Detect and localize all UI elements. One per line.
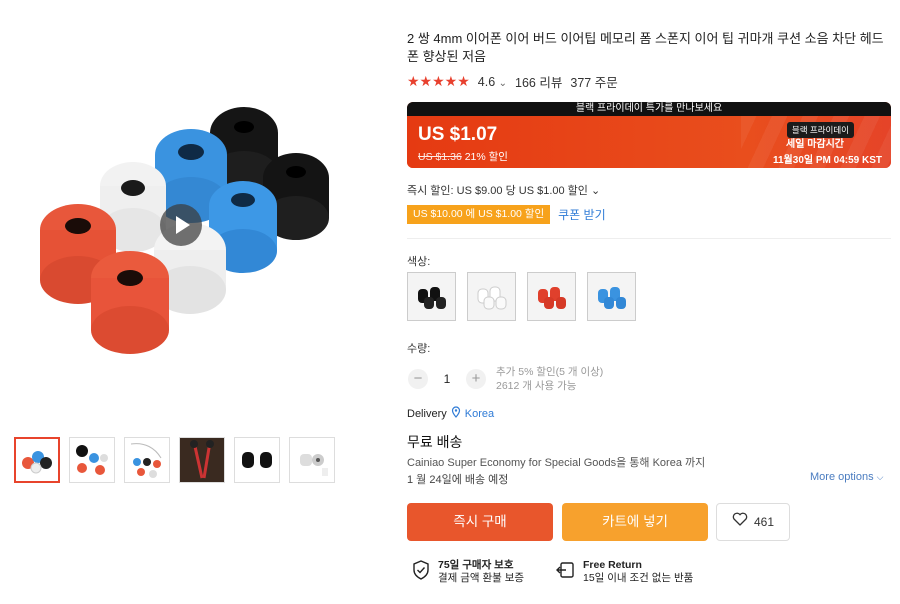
color-option-white[interactable] [467, 272, 516, 321]
video-play-icon[interactable] [160, 204, 202, 246]
buyer-protection[interactable]: 75일 구매자 보호 결제 금액 환불 보증 [412, 559, 524, 585]
delivery-label: Delivery [407, 407, 447, 420]
bulk-discount-text: 추가 5% 할인(5 개 이상) [496, 366, 604, 378]
shipping-method: Cainiao Super Economy for Special Goods을… [407, 457, 706, 469]
thumbnail-5[interactable] [234, 437, 280, 483]
promo-banner: 블랙 프라이데이 특가를 만나보세요 [407, 102, 891, 116]
main-product-image[interactable] [12, 28, 384, 418]
thumbnail-6[interactable] [289, 437, 335, 483]
thumbnail-2[interactable] [69, 437, 115, 483]
location-pin-icon [451, 406, 461, 421]
quantity-increase-button[interactable]: + [466, 369, 486, 389]
sale-end-label: 세일 마감시간 [786, 139, 844, 150]
black-friday-promo: 블랙 프라이데이 특가를 만나보세요 US $1.07 US $1.36 21%… [407, 102, 891, 168]
thumbnail-4[interactable] [179, 437, 225, 483]
buyer-protection-title: 75일 구매자 보호 [438, 559, 514, 571]
delivery-location-link[interactable]: Korea [465, 408, 494, 420]
current-price: US $1.07 [418, 124, 498, 145]
color-option-red[interactable] [527, 272, 576, 321]
delivery-row: Delivery Korea [407, 406, 494, 421]
free-return-title: Free Return [583, 559, 642, 571]
stock-available-text: 2612 개 사용 가능 [496, 380, 577, 392]
sale-end-time: 11월30일 PM 04:59 KST [772, 155, 882, 166]
free-return[interactable]: Free Return 15일 이내 조건 없는 반품 [555, 559, 693, 585]
instant-discount[interactable]: 즉시 할인: US $9.00 당 US $1.00 할인 ⌄ [407, 182, 600, 198]
thumbnail-strip [14, 437, 335, 483]
product-title: 2 쌍 4mm 이어폰 이어 버드 이어팁 메모리 폼 스폰지 이어 팁 귀마개… [407, 31, 884, 64]
review-count[interactable]: 166 리뷰 [515, 72, 562, 91]
quantity-value[interactable]: 1 [434, 372, 460, 386]
add-to-cart-button[interactable]: 카트에 넣기 [562, 503, 708, 541]
quantity-stepper: − 1 + 추가 5% 할인(5 개 이상) 2612 개 사용 가능 [408, 365, 603, 393]
free-shipping-title: 무료 배송 [407, 434, 463, 450]
wishlist-button[interactable]: 461 [716, 503, 790, 541]
rating-row: ★★★★★ 4.6 ⌄ 166 리뷰 377 주문 [407, 72, 618, 91]
delivery-eta: 1 월 24일에 배송 예정 [407, 474, 509, 486]
color-option-black[interactable] [407, 272, 456, 321]
divider [407, 238, 891, 239]
buyer-protection-sub: 결제 금액 환불 보증 [438, 572, 525, 584]
rating-value[interactable]: 4.6 ⌄ [478, 75, 507, 89]
coupon-row: US $10.00 에 US $1.00 할인 쿠폰 받기 [407, 205, 606, 224]
chevron-down-icon: ⌵ [876, 472, 884, 482]
color-options [407, 272, 636, 321]
color-label: 색상: [407, 256, 431, 268]
shield-check-icon [412, 560, 430, 584]
coupon-tag: US $10.00 에 US $1.00 할인 [407, 205, 551, 224]
price-old-discount: US $1.36 21% 할인 [418, 151, 508, 163]
wishlist-count: 461 [753, 515, 775, 529]
get-coupon-link[interactable]: 쿠폰 받기 [558, 206, 606, 223]
buy-now-button[interactable]: 즉시 구매 [407, 503, 553, 541]
thumbnail-3[interactable] [124, 437, 170, 483]
quantity-info: 추가 5% 할인(5 개 이상) 2612 개 사용 가능 [496, 365, 603, 393]
quantity-decrease-button[interactable]: − [408, 369, 428, 389]
quantity-label: 수량: [407, 343, 431, 355]
thumbnail-1[interactable] [14, 437, 60, 483]
free-return-sub: 15일 이내 조건 없는 반품 [583, 572, 694, 584]
star-rating-icon: ★★★★★ [407, 73, 470, 89]
order-count: 377 주문 [570, 76, 618, 90]
more-options-link[interactable]: More options ⌵ [810, 471, 883, 483]
heart-icon [732, 503, 748, 541]
return-icon [555, 561, 575, 583]
color-option-blue[interactable] [587, 272, 636, 321]
